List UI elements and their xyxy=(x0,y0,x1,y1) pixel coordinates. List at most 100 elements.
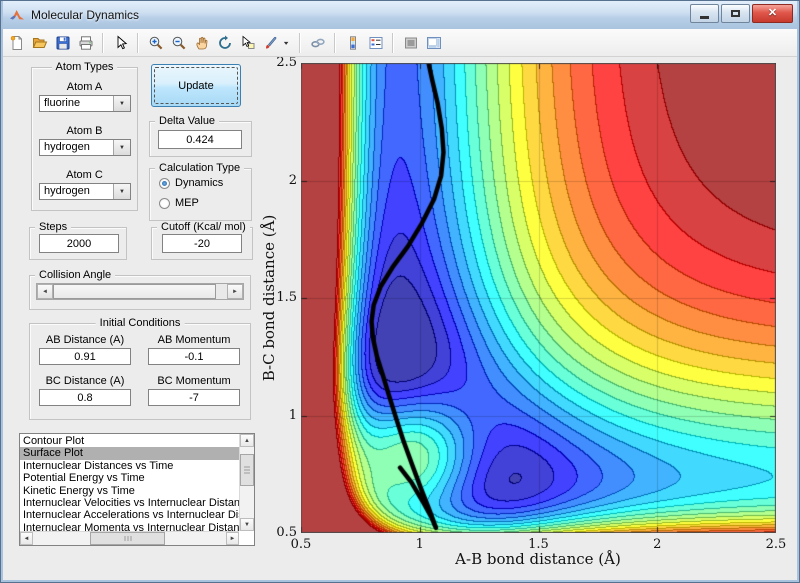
atom-a-dropdown[interactable]: fluorine ▼ xyxy=(39,95,131,112)
dropdown-arrow-icon[interactable]: ▼ xyxy=(113,96,130,111)
insert-legend-button[interactable] xyxy=(364,31,387,54)
list-item[interactable]: Kinetic Energy vs Time xyxy=(20,485,239,497)
brush-icon xyxy=(265,36,276,49)
zoom-out-icon xyxy=(172,36,185,49)
list-item[interactable]: Internuclear Accelerations vs Internucle… xyxy=(20,509,253,521)
atom-c-label: Atom C xyxy=(66,169,103,181)
bc-momentum-field[interactable] xyxy=(148,389,240,406)
toolbar-separator xyxy=(137,32,139,53)
steps-field[interactable] xyxy=(39,234,119,253)
x-tick-label: 1 xyxy=(415,537,424,552)
atom-c-value: hydrogen xyxy=(44,185,90,197)
save-icon xyxy=(56,36,69,49)
scroll-down-arrow[interactable]: ▼ xyxy=(240,518,254,531)
scroll-right-arrow[interactable]: ► xyxy=(226,532,239,545)
insert-colorbar-button[interactable] xyxy=(341,31,364,54)
list-item[interactable]: Internuclear Velocities vs Internuclear … xyxy=(20,497,252,509)
y-tick-label: 2.5 xyxy=(276,54,297,70)
show-plot-tools-button[interactable] xyxy=(422,31,445,54)
ab-distance-field[interactable] xyxy=(39,348,131,365)
ab-momentum-label: AB Momentum xyxy=(157,334,231,346)
bc-momentum-label: BC Momentum xyxy=(157,375,231,387)
scroll-left-arrow[interactable]: ◄ xyxy=(20,532,33,545)
y-tick-label: 2 xyxy=(288,172,297,188)
slider-left-arrow[interactable]: ◄ xyxy=(37,284,53,299)
print-icon xyxy=(79,35,92,50)
x-axis-label: A-B bond distance (Å) xyxy=(455,550,621,568)
toolbar-separator xyxy=(392,32,394,53)
radio-icon[interactable] xyxy=(159,177,170,189)
radio-mep[interactable]: MEP xyxy=(159,197,199,209)
app-window: Molecular Dynamics ✕ ◢ Atom Types Atom A… xyxy=(0,0,800,583)
pan-hand-button[interactable] xyxy=(190,31,213,54)
atom-b-label: Atom B xyxy=(66,125,103,137)
save-button[interactable] xyxy=(51,31,74,54)
list-item[interactable]: Contour Plot xyxy=(20,435,239,447)
list-item[interactable]: Potential Energy vs Time xyxy=(20,472,239,484)
vscroll-thumb[interactable] xyxy=(240,454,254,486)
toolbar-separator xyxy=(334,32,336,53)
slider-thumb[interactable] xyxy=(53,284,216,299)
new-file-button[interactable] xyxy=(5,31,28,54)
bc-distance-field[interactable] xyxy=(39,389,131,406)
list-item[interactable]: Surface Plot xyxy=(20,447,239,460)
hide-plot-tools-button[interactable] xyxy=(399,31,422,54)
print-button[interactable] xyxy=(74,31,97,54)
dropdown-arrow-icon[interactable]: ▼ xyxy=(113,184,130,199)
zoom-in-icon xyxy=(149,36,162,49)
ab-momentum-field[interactable] xyxy=(148,348,240,365)
list-item[interactable]: Internuclear Distances vs Time xyxy=(20,460,239,472)
pan-hand-icon xyxy=(195,36,207,49)
cutoff-field[interactable] xyxy=(162,234,242,253)
rotate-3d-button[interactable] xyxy=(213,31,236,54)
scroll-up-arrow[interactable]: ▲ xyxy=(240,434,254,447)
listbox-hscrollbar[interactable]: ◄ ► xyxy=(20,531,239,545)
open-folder-icon xyxy=(32,37,47,48)
show-plot-tools-icon xyxy=(426,36,441,49)
update-button-label: Update xyxy=(178,79,214,92)
radio-mep-label: MEP xyxy=(175,197,199,209)
link-plot-icon xyxy=(310,38,325,47)
x-tick-label: 2.5 xyxy=(765,537,787,552)
radio-icon[interactable] xyxy=(159,197,170,209)
calculation-type-title: Calculation Type xyxy=(155,162,245,174)
data-cursor-button[interactable] xyxy=(236,31,259,54)
minimize-icon xyxy=(700,16,709,19)
dropdown-arrow-icon[interactable]: ▼ xyxy=(113,140,130,155)
insert-legend-icon xyxy=(369,36,382,49)
slider-right-arrow[interactable]: ► xyxy=(227,284,243,299)
title-bar[interactable]: Molecular Dynamics ✕ xyxy=(1,1,799,30)
edit-arrow-button[interactable] xyxy=(109,31,132,54)
open-folder-button[interactable] xyxy=(28,31,51,54)
y-axis-label: B-C bond distance (Å) xyxy=(260,214,278,382)
brush-dropdown-button[interactable] xyxy=(282,31,294,54)
contour-plot-canvas[interactable] xyxy=(301,63,776,533)
data-cursor-icon xyxy=(242,35,254,49)
new-file-icon xyxy=(10,35,22,50)
zoom-out-button[interactable] xyxy=(167,31,190,54)
delta-title: Delta Value xyxy=(155,115,220,127)
insert-colorbar-icon xyxy=(349,35,356,50)
brush-button[interactable] xyxy=(259,31,282,54)
link-plot-button[interactable] xyxy=(306,31,329,54)
atom-c-dropdown[interactable]: hydrogen ▼ xyxy=(39,183,131,200)
y-tick-label: 1 xyxy=(288,407,297,423)
maximize-button[interactable] xyxy=(721,4,750,23)
figure-toolbar xyxy=(1,29,799,57)
atom-b-dropdown[interactable]: hydrogen ▼ xyxy=(39,139,131,156)
radio-dynamics[interactable]: Dynamics xyxy=(159,177,223,189)
thumb-grip xyxy=(244,466,250,474)
collision-angle-slider[interactable]: ◄ ► xyxy=(36,283,244,300)
initial-conditions-title: Initial Conditions xyxy=(95,317,185,329)
plot-type-listbox[interactable]: Contour Plot Surface Plot Internuclear Dis… xyxy=(19,433,255,546)
update-button[interactable]: Update xyxy=(151,64,241,107)
rotate-3d-icon xyxy=(218,35,231,49)
brush-dropdown-icon xyxy=(283,41,289,45)
listbox-vscrollbar[interactable]: ▲ ▼ xyxy=(239,434,254,531)
close-button[interactable]: ✕ xyxy=(752,4,793,23)
minimize-button[interactable] xyxy=(690,4,719,23)
delta-value-field[interactable] xyxy=(158,130,242,149)
zoom-in-button[interactable] xyxy=(144,31,167,54)
cutoff-title: Cutoff (Kcal/ mol) xyxy=(157,221,250,233)
hscroll-thumb[interactable] xyxy=(90,532,165,545)
